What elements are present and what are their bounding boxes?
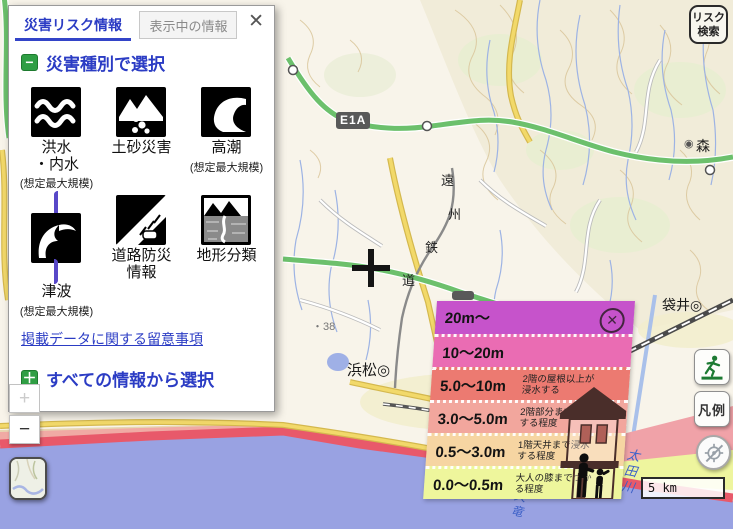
zoom-in-button[interactable]: + — [9, 384, 40, 413]
risk-search-line1: リスク — [691, 12, 726, 26]
risk-search-line2: 検索 — [691, 26, 726, 40]
railway-name-char: 遠 — [441, 170, 454, 189]
storm-surge-icon — [201, 87, 251, 137]
disaster-type-label: 洪水 ・内水 — [20, 140, 93, 173]
legend-button[interactable]: 凡例 — [694, 391, 730, 427]
town-symbol-mori: ◉ — [684, 137, 694, 150]
location-disabled-icon — [701, 440, 727, 466]
tsunami-depth-legend: 20m〜 ✕ 10〜20m 5.0〜10m 2階の屋根以上が浸水する 3.0〜5… — [423, 301, 635, 499]
disaster-type-tsunami[interactable]: 津波 (想定最大規模) — [20, 191, 93, 319]
disaster-risk-info-panel: 災害リスク情報 表示中の情報 ✕ − 災害種別で選択 洪水 ・内水 (想定最大規… — [8, 5, 275, 412]
legend-range: 0.5〜3.0m — [435, 441, 518, 462]
legend-range: 5.0〜10m — [439, 375, 522, 396]
section-header: − 災害種別で選択 — [21, 50, 274, 75]
landform-icon — [201, 195, 251, 245]
panel-tabs: 災害リスク情報 表示中の情報 ✕ — [9, 6, 274, 38]
city-label-hamamatsu: 浜松◎ — [347, 359, 390, 380]
legend-close-icon[interactable]: ✕ — [599, 308, 626, 333]
disaster-type-note: (想定最大規模) — [190, 159, 263, 175]
disaster-type-landslide[interactable]: 土砂災害 — [111, 83, 171, 191]
road-disaster-icon — [116, 195, 166, 245]
disaster-type-grid: 洪水 ・内水 (想定最大規模) 土砂災害 高潮 (想定最大規模 — [14, 83, 274, 319]
disaster-type-note: (想定最大規模) — [20, 303, 93, 319]
elevation-point-label: ・38 — [312, 318, 335, 334]
expressway-badge-e1a: E1A — [336, 112, 370, 129]
disaster-type-road[interactable]: 道路防災 情報 — [111, 191, 171, 319]
risk-search-button[interactable]: リスク 検索 — [689, 5, 728, 44]
disaster-type-landform[interactable]: 地形分類 — [196, 191, 256, 319]
railway-name-char: 州 — [448, 204, 461, 223]
legend-row: 10〜20m — [432, 334, 632, 367]
tsunami-icon — [31, 213, 81, 263]
legend-range: 3.0〜5.0m — [437, 408, 520, 429]
section-title: 災害種別で選択 — [46, 50, 165, 75]
disaster-type-note: (想定最大規模) — [20, 175, 93, 191]
legend-row: 0.0〜0.5m 大人の膝までつかる程度 — [423, 466, 623, 499]
map-center-crosshair — [368, 249, 374, 287]
close-icon[interactable]: ✕ — [248, 12, 264, 32]
evacuation-site-button[interactable] — [694, 349, 730, 385]
legend-row: 5.0〜10m 2階の屋根以上が浸水する — [430, 367, 630, 400]
tab-displayed-info[interactable]: 表示中の情報 — [139, 11, 237, 39]
running-person-icon — [698, 353, 726, 381]
town-label-mori: 森 — [696, 136, 710, 156]
disaster-type-label: 高潮 — [190, 140, 263, 157]
tab-disaster-risk-info[interactable]: 災害リスク情報 — [15, 11, 131, 41]
city-label-fukuroi: 袋井◎ — [662, 295, 702, 315]
map-scale-bar: 5 km — [641, 477, 725, 499]
data-notice-link[interactable]: 掲載データに関する留意事項 — [21, 329, 274, 349]
legend-range: 20m〜 — [444, 307, 527, 328]
legend-range: 0.0〜0.5m — [432, 474, 515, 495]
disaster-type-storm-surge[interactable]: 高潮 (想定最大規模) — [190, 83, 263, 191]
legend-row: 20m〜 ✕ — [435, 301, 635, 334]
overview-minimap-button[interactable] — [9, 457, 47, 500]
railway-name-char: 鉄 — [425, 237, 438, 256]
select-from-all-info[interactable]: ＋ すべての情報から選択 — [21, 366, 274, 391]
landslide-icon — [116, 87, 166, 137]
tsunami-selected-border — [20, 191, 93, 284]
legend-button-label: 凡例 — [698, 400, 726, 419]
disaster-type-label: 津波 — [20, 284, 93, 301]
flood-icon — [31, 87, 81, 137]
legend-desc: 2階の屋根以上が浸水する — [521, 374, 601, 396]
all-info-label: すべての情報から選択 — [46, 366, 214, 391]
legend-desc: 1階天井まで浸水する程度 — [517, 440, 597, 462]
disaster-type-label: 道路防災 情報 — [111, 248, 171, 281]
legend-desc: 2階部分まで浸水する程度 — [519, 407, 599, 429]
disaster-type-label: 地形分類 — [196, 248, 256, 265]
disaster-type-flood[interactable]: 洪水 ・内水 (想定最大規模) — [20, 83, 93, 191]
collapse-minus-icon[interactable]: − — [21, 54, 38, 71]
zoom-out-button[interactable]: − — [9, 415, 40, 444]
legend-row: 0.5〜3.0m 1階天井まで浸水する程度 — [425, 433, 625, 466]
railway-name-char: 道 — [402, 270, 415, 289]
legend-desc: 大人の膝までつかる程度 — [514, 473, 594, 495]
legend-row: 3.0〜5.0m 2階部分まで浸水する程度 — [428, 400, 628, 433]
legend-range: 10〜20m — [442, 342, 525, 363]
current-location-button[interactable] — [696, 435, 731, 470]
minimap-thumbnail — [11, 459, 45, 498]
disaster-type-label: 土砂災害 — [111, 140, 171, 157]
